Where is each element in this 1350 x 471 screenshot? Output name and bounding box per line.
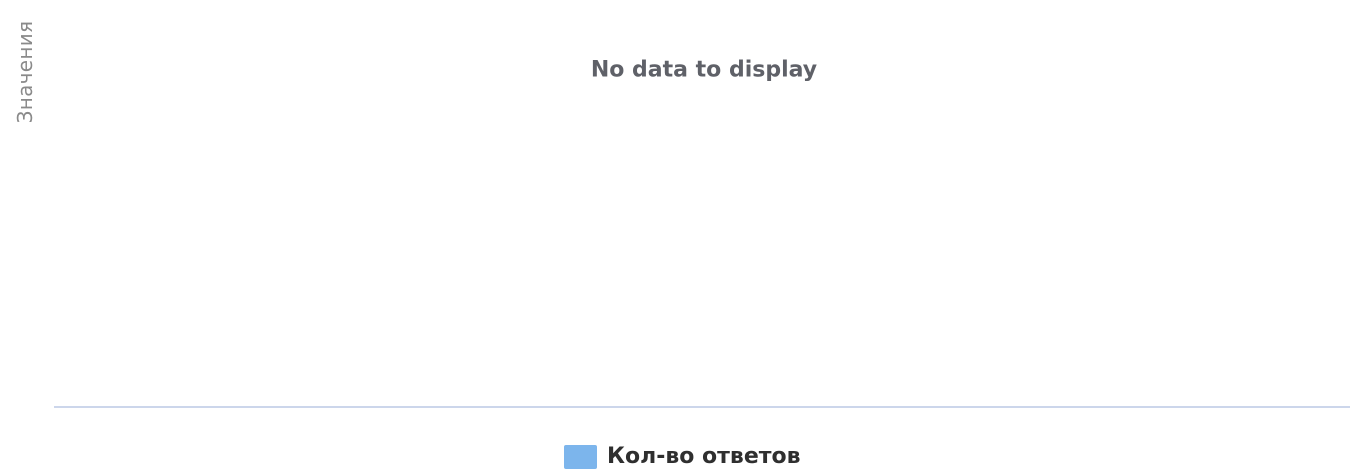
legend-color-swatch — [564, 445, 597, 469]
legend-label: Кол-во ответов — [607, 444, 801, 469]
chart-container: Значения No data to display Кол-во ответ… — [0, 0, 1350, 471]
legend-item[interactable]: Кол-во ответов — [564, 443, 801, 471]
no-data-message: No data to display — [590, 57, 818, 83]
y-axis-title: Значения — [13, 20, 37, 124]
x-axis-line — [54, 406, 1350, 408]
